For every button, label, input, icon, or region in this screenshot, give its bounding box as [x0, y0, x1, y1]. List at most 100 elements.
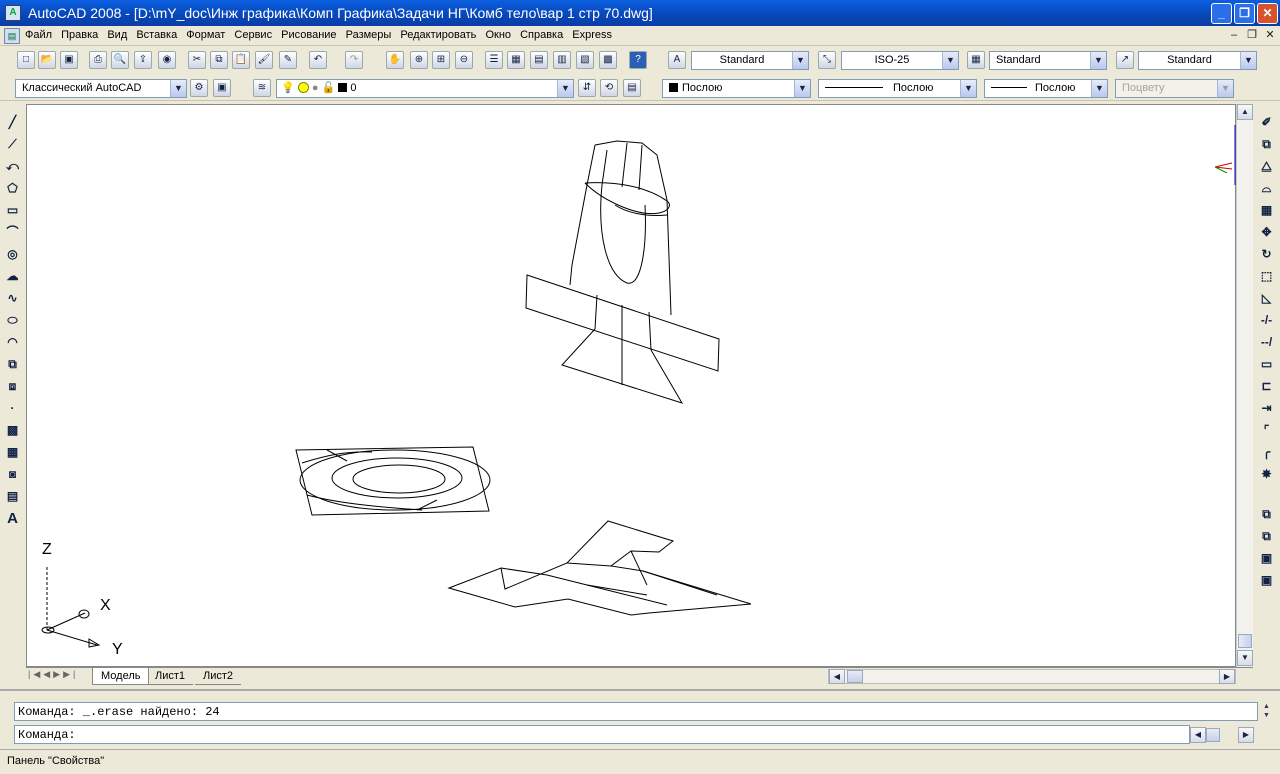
pan-icon[interactable]: ✋ [386, 51, 404, 69]
polygon-icon[interactable]: ⬠ [4, 180, 21, 197]
markup-icon[interactable]: ▧ [576, 51, 594, 69]
extend-icon[interactable]: --/ [1258, 334, 1275, 351]
dim-style-combo[interactable]: ISO-25 ▼ [841, 51, 959, 70]
chevron-down-icon[interactable]: ▼ [960, 80, 976, 97]
construction-line-icon[interactable]: ⟋ [4, 136, 21, 153]
copy-icon[interactable]: ⧉ [210, 51, 228, 69]
move-icon[interactable]: ✥ [1258, 224, 1275, 241]
paste-icon[interactable]: 📋 [232, 51, 250, 69]
menu-help[interactable]: Справка [517, 26, 566, 44]
dashboard-icon[interactable]: ▣ [213, 79, 231, 97]
color-combo[interactable]: Послою ▼ [662, 79, 811, 98]
table-style-combo[interactable]: Standard ▼ [989, 51, 1107, 70]
chamfer-icon[interactable]: ⌜ [1258, 422, 1275, 439]
menu-express[interactable]: Express [569, 26, 615, 44]
menu-window[interactable]: Окно [482, 26, 514, 44]
tool-palettes-icon[interactable]: ▤ [530, 51, 548, 69]
stretch-icon[interactable]: ◺ [1258, 290, 1275, 307]
erase-icon[interactable]: ✐ [1258, 114, 1275, 131]
maximize-button[interactable]: ❐ [1234, 3, 1255, 24]
revision-cloud-icon[interactable]: ☁ [4, 268, 21, 285]
3d-dwf-icon[interactable]: ◉ [158, 51, 176, 69]
model-space-drawing[interactable] [27, 105, 1237, 668]
scroll-right-button[interactable]: ▶ [1219, 669, 1235, 684]
zoom-previous-icon[interactable]: ⊖ [455, 51, 473, 69]
chevron-down-icon[interactable]: ▼ [1091, 80, 1107, 97]
copy-object-icon[interactable]: ⧉ [1258, 136, 1275, 153]
vertical-scrollbar[interactable]: ▲ ▼ [1236, 104, 1253, 667]
chevron-down-icon[interactable]: ▼ [942, 52, 958, 69]
mirror-icon[interactable]: ⧋ [1258, 158, 1275, 175]
workspace-settings-icon[interactable]: ⚙ [190, 79, 208, 97]
publish-icon[interactable]: ⇪ [134, 51, 152, 69]
chevron-down-icon[interactable]: ▼ [1240, 52, 1256, 69]
layer-previous-icon[interactable]: ⟲ [600, 79, 618, 97]
gradient-icon[interactable]: ▦ [4, 444, 21, 461]
draw-order-back-icon[interactable]: ⧉ [1258, 528, 1275, 545]
properties-icon[interactable]: ☰ [485, 51, 503, 69]
zoom-window-icon[interactable]: ⊞ [432, 51, 450, 69]
document-icon[interactable]: ▤ [4, 28, 20, 44]
solid-body-zigzag[interactable] [447, 520, 752, 616]
layer-lock-icon[interactable]: 🔓 [322, 82, 336, 94]
trim-icon[interactable]: -/- [1258, 312, 1275, 329]
send-under-icon[interactable]: ▣ [1258, 572, 1275, 589]
mleader-style-combo[interactable]: Standard ▼ [1138, 51, 1257, 70]
chevron-down-icon[interactable]: ▼ [794, 80, 810, 97]
spline-icon[interactable]: ∿ [4, 290, 21, 307]
drawing-canvas[interactable]: Z X Y [26, 104, 1236, 667]
doc-minimize-button[interactable]: – [1226, 28, 1242, 43]
help-icon[interactable]: ? [629, 51, 647, 69]
region-icon[interactable]: ◙ [4, 466, 21, 483]
layer-on-icon[interactable]: 💡 [281, 82, 295, 94]
block-editor-icon[interactable]: ✎ [279, 51, 297, 69]
command-scroll-icon[interactable]: ▲ ▼ [1260, 702, 1273, 721]
sheet-set-icon[interactable]: ▥ [553, 51, 571, 69]
design-center-icon[interactable]: ▦ [507, 51, 525, 69]
cmd-scroll-right-button[interactable]: ▶ [1238, 727, 1254, 743]
break-icon[interactable]: ⊏ [1258, 378, 1275, 395]
solid-body-upper[interactable] [525, 140, 720, 404]
hscroll-thumb[interactable] [847, 670, 863, 683]
horizontal-scrollbar[interactable]: ◀ ▶ [828, 669, 1236, 684]
scale-icon[interactable]: ⬚ [1258, 268, 1275, 285]
offset-icon[interactable]: ⌓ [1258, 180, 1275, 197]
autocad-app-icon[interactable]: A [5, 5, 21, 21]
close-button[interactable]: ✕ [1257, 3, 1278, 24]
array-icon[interactable]: ▦ [1258, 202, 1275, 219]
draw-order-front-icon[interactable]: ⧉ [1258, 506, 1275, 523]
layer-freeze-icon[interactable] [297, 82, 309, 93]
undo-icon[interactable]: ↶ [309, 51, 327, 69]
open-file-icon[interactable]: 📂 [38, 51, 56, 69]
layer-combo[interactable]: 💡 ● 🔓 0 ▼ [276, 79, 574, 98]
command-line-input[interactable]: Команда: [14, 725, 1190, 744]
tab-model[interactable]: Модель [92, 668, 150, 685]
arc-icon[interactable]: ⌒ [4, 224, 21, 241]
layer-viewport-freeze-icon[interactable]: ● [312, 82, 319, 94]
break-at-point-icon[interactable]: ▭ [1258, 356, 1275, 373]
chevron-down-icon[interactable]: ▼ [170, 80, 186, 97]
polyline-icon[interactable]: ⤺ [4, 158, 21, 175]
ellipse-arc-icon[interactable]: ◠ [4, 334, 21, 351]
match-properties-icon[interactable]: 🖌 [255, 51, 273, 69]
solid-body-plate[interactable] [295, 446, 491, 516]
cmd-scroll-left-button[interactable]: ◀ [1190, 727, 1206, 743]
menu-edit[interactable]: Правка [58, 26, 101, 44]
text-style-combo[interactable]: Standard ▼ [691, 51, 809, 70]
tab-layout1[interactable]: Лист1 [147, 668, 194, 685]
zoom-realtime-icon[interactable]: ⊕ [410, 51, 428, 69]
dim-style-icon[interactable]: ⤡ [818, 51, 836, 69]
bring-above-icon[interactable]: ▣ [1258, 550, 1275, 567]
line-icon[interactable]: ╱ [4, 114, 21, 131]
join-icon[interactable]: ⇥ [1258, 400, 1275, 417]
scroll-down-button[interactable]: ▼ [1237, 650, 1253, 666]
make-block-icon[interactable]: ⧈ [4, 378, 21, 395]
menu-dimension[interactable]: Размеры [343, 26, 395, 44]
point-icon[interactable]: · [4, 400, 21, 417]
doc-close-button[interactable]: ✕ [1262, 28, 1278, 43]
hatch-icon[interactable]: ▩ [4, 422, 21, 439]
multiline-text-icon[interactable]: A [4, 510, 21, 527]
scroll-up-button[interactable]: ▲ [1237, 104, 1253, 120]
table-icon[interactable]: ▤ [4, 488, 21, 505]
text-style-icon[interactable]: A [668, 51, 686, 69]
